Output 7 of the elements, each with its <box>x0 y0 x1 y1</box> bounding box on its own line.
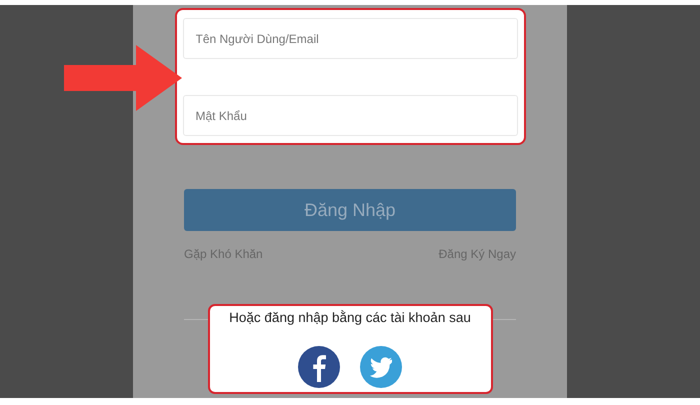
letter-f-icon[interactable] <box>298 346 340 388</box>
social-login-prompt: Hoặc đăng nhập bằng các tài khoản sau <box>229 310 471 325</box>
arrow-icon <box>64 45 182 111</box>
input-field[interactable]: Mật Khẩu <box>182 95 518 136</box>
bird-icon[interactable] <box>360 346 402 388</box>
input-field[interactable]: Tên Người Dùng/Email <box>182 18 518 59</box>
login-button[interactable]: Đăng Nhập <box>184 189 516 231</box>
